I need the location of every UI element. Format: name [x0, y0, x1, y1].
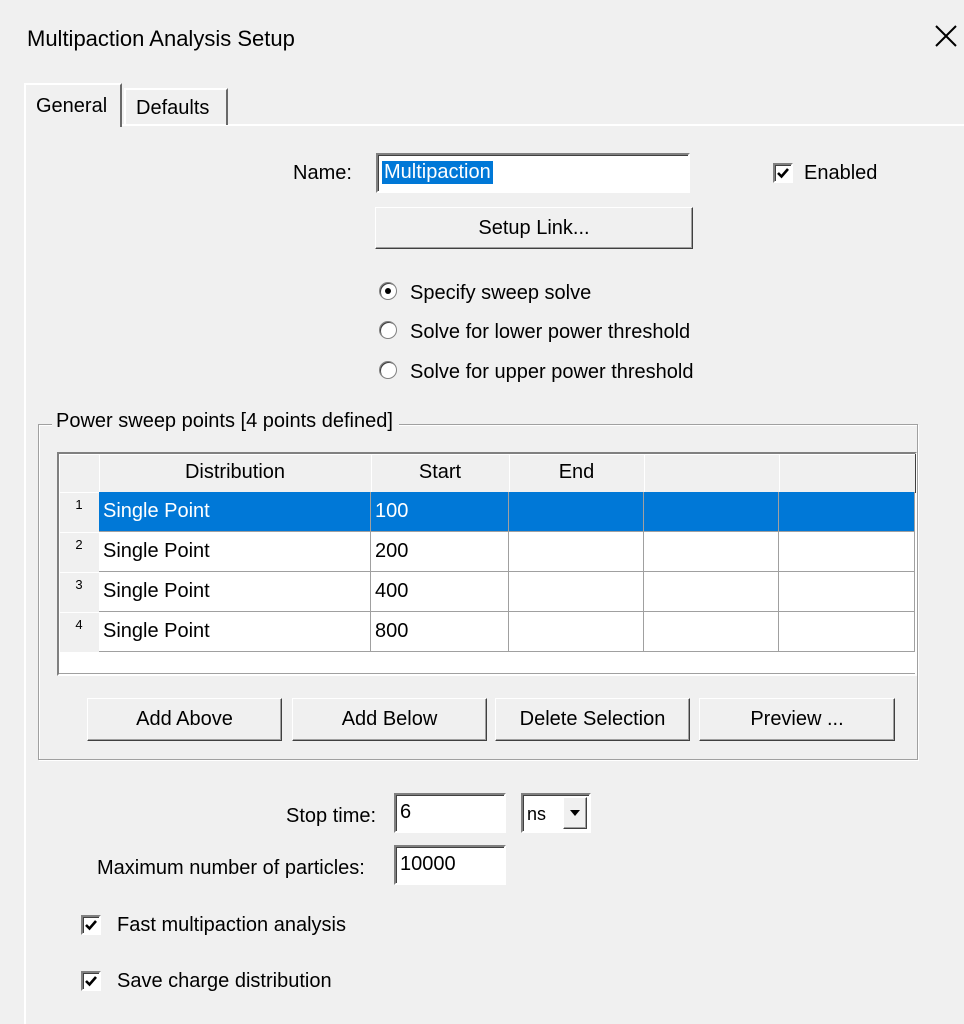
check-icon — [777, 168, 789, 179]
column-header-end[interactable]: End — [509, 454, 645, 493]
enabled-checkbox[interactable] — [773, 163, 793, 183]
max-particles-label: Maximum number of particles: — [97, 857, 365, 879]
stop-time-value: 6 — [400, 801, 412, 823]
table-cell-distribution[interactable]: Single Point — [99, 532, 371, 572]
time-unit-select[interactable]: ns — [521, 793, 591, 833]
row-header[interactable]: 1 — [59, 492, 100, 533]
table-cell-end[interactable] — [509, 572, 644, 612]
delete-selection-button[interactable]: Delete Selection — [495, 698, 690, 741]
radio-dot — [385, 288, 391, 294]
table-empty-area — [59, 652, 915, 674]
preview-button[interactable]: Preview ... — [699, 698, 895, 741]
tab-defaults[interactable]: Defaults — [124, 88, 228, 125]
max-particles-field[interactable]: 10000 — [394, 845, 506, 885]
setup-link-button[interactable]: Setup Link... — [375, 207, 693, 249]
time-unit-value: ns — [527, 804, 547, 824]
name-field-value: Multipaction — [382, 161, 493, 184]
table-cell-start[interactable]: 400 — [371, 572, 509, 612]
add-below-button[interactable]: Add Below — [292, 698, 487, 741]
table-cell[interactable] — [644, 532, 779, 572]
table-cell-start[interactable]: 100 — [371, 492, 509, 532]
tab-defaults-label: Defaults — [136, 97, 210, 119]
table-cell-start[interactable]: 800 — [371, 612, 509, 652]
window-title: Multipaction Analysis Setup — [27, 26, 295, 51]
column-header-empty-2[interactable] — [779, 454, 916, 493]
table-cell-distribution[interactable]: Single Point — [99, 612, 371, 652]
name-field[interactable]: Multipaction — [376, 153, 690, 193]
table-cell[interactable] — [779, 572, 915, 612]
sweep-table[interactable]: Distribution Start End 1 Single Point 10… — [57, 452, 917, 676]
table-cell-distribution[interactable]: Single Point — [99, 572, 371, 612]
table-cell[interactable] — [644, 492, 779, 532]
max-particles-value: 10000 — [400, 853, 456, 875]
radio-lower-threshold[interactable] — [379, 321, 397, 339]
table-cell-start[interactable]: 200 — [371, 532, 509, 572]
radio-specify-sweep-label: Specify sweep solve — [410, 282, 592, 304]
power-sweep-label: Power sweep points [4 points defined] — [52, 410, 399, 433]
row-header[interactable]: 2 — [59, 532, 100, 573]
column-header-empty-1[interactable] — [644, 454, 780, 493]
dropdown-button[interactable] — [563, 797, 587, 829]
table-cell-end[interactable] — [509, 612, 644, 652]
fast-analysis-label: Fast multipaction analysis — [117, 914, 346, 936]
save-charge-checkbox[interactable] — [81, 971, 101, 991]
save-charge-label: Save charge distribution — [117, 970, 332, 992]
add-above-button[interactable]: Add Above — [87, 698, 282, 741]
stop-time-field[interactable]: 6 — [394, 793, 506, 833]
enabled-label: Enabled — [804, 162, 878, 184]
check-icon — [85, 976, 97, 987]
fast-analysis-checkbox[interactable] — [81, 915, 101, 935]
chevron-down-icon — [570, 810, 580, 816]
row-header[interactable]: 4 — [59, 612, 100, 653]
table-cell[interactable] — [779, 612, 915, 652]
name-label: Name: — [293, 162, 352, 184]
radio-lower-threshold-label: Solve for lower power threshold — [410, 321, 691, 343]
table-corner — [59, 454, 100, 493]
table-cell[interactable] — [644, 572, 779, 612]
column-header-start[interactable]: Start — [371, 454, 510, 493]
radio-specify-sweep[interactable] — [379, 282, 397, 300]
stop-time-label: Stop time: — [286, 805, 377, 827]
row-header[interactable]: 3 — [59, 572, 100, 613]
close-icon[interactable] — [932, 22, 960, 50]
radio-upper-threshold-label: Solve for upper power threshold — [410, 361, 694, 383]
table-cell-distribution[interactable]: Single Point — [99, 492, 371, 532]
column-header-distribution[interactable]: Distribution — [99, 454, 372, 493]
table-cell-end[interactable] — [509, 532, 644, 572]
table-cell-end[interactable] — [509, 492, 644, 532]
check-icon — [85, 920, 97, 931]
table-cell[interactable] — [779, 492, 915, 532]
table-cell[interactable] — [644, 612, 779, 652]
tab-general-label: General — [36, 95, 108, 117]
tab-general[interactable]: General — [24, 83, 122, 127]
radio-upper-threshold[interactable] — [379, 361, 397, 379]
table-cell[interactable] — [779, 532, 915, 572]
